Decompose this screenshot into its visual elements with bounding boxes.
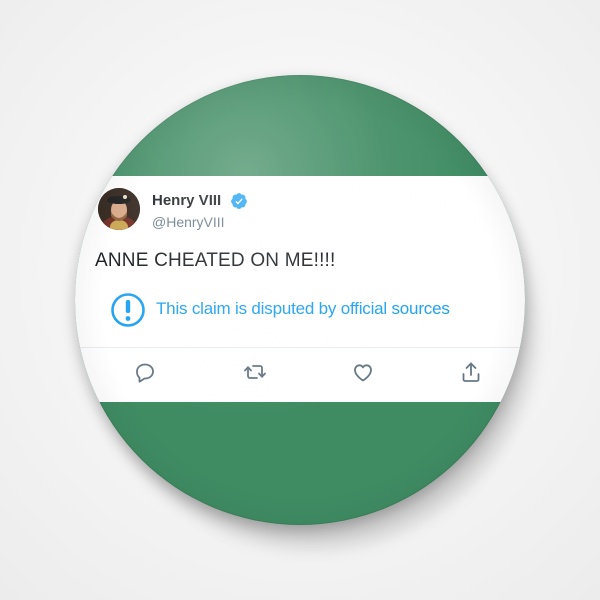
user-handle[interactable]: @HenryVIII	[152, 214, 225, 230]
verified-badge-icon	[230, 192, 248, 210]
display-name[interactable]: Henry VIII	[152, 192, 221, 209]
product-stage: Henry VIII @HenryVIII ANNE CHEATED ON ME…	[0, 0, 600, 600]
heart-icon[interactable]	[351, 360, 375, 384]
share-icon[interactable]	[459, 360, 483, 384]
portrait-avatar	[98, 188, 140, 230]
retweet-icon[interactable]	[243, 360, 267, 384]
tweet-card: Henry VIII @HenryVIII ANNE CHEATED ON ME…	[75, 176, 525, 402]
exclamation-circle-icon	[110, 292, 146, 328]
divider	[75, 347, 525, 348]
reply-icon[interactable]	[133, 360, 157, 384]
dispute-notice[interactable]: This claim is disputed by official sourc…	[156, 299, 450, 319]
pin-badge: Henry VIII @HenryVIII ANNE CHEATED ON ME…	[75, 75, 525, 525]
tweet-text: ANNE CHEATED ON ME!!!!	[95, 250, 336, 271]
